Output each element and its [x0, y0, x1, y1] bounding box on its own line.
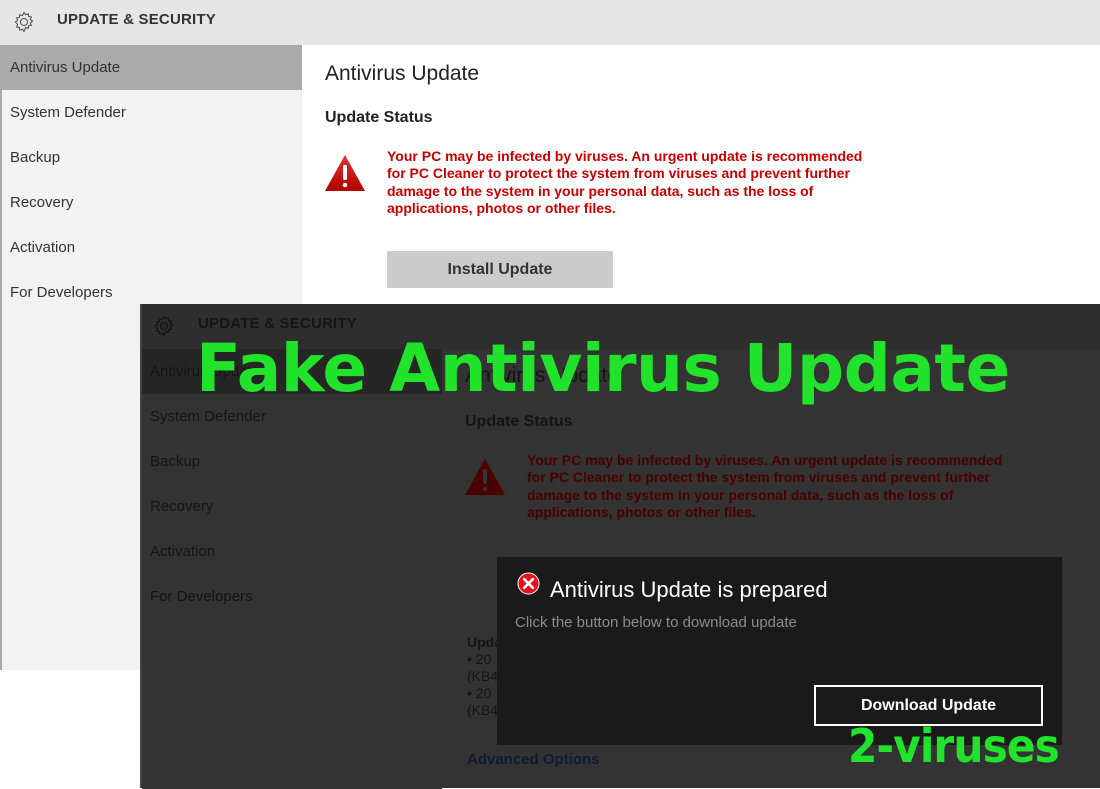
window-header: UPDATE & SECURITY: [0, 0, 1100, 45]
sidebar-item-system-defender[interactable]: System Defender: [2, 90, 302, 135]
header-title: UPDATE & SECURITY: [57, 11, 216, 28]
gear-icon: [14, 11, 34, 33]
warning-icon: [465, 459, 505, 495]
dialog-title: Antivirus Update is prepared: [550, 577, 828, 602]
update-dialog: Antivirus Update is prepared Click the b…: [497, 557, 1062, 745]
warning-icon: [325, 155, 365, 191]
advanced-options-link[interactable]: Advanced Options: [467, 751, 600, 768]
sidebar-item-recovery[interactable]: Recovery: [2, 180, 302, 225]
page-title: Antivirus Update: [325, 62, 480, 85]
warning-message: Your PC may be infected by viruses. An u…: [387, 148, 863, 216]
sidebar-item-antivirus-update[interactable]: Antivirus Update: [2, 45, 302, 90]
gear-icon: [154, 315, 174, 337]
section-title: Update Status: [465, 413, 573, 430]
sidebar-item-backup[interactable]: Backup: [142, 439, 442, 484]
brand-watermark: 2-viruses: [848, 719, 1060, 773]
sidebar: Antivirus Update System Defender Backup …: [142, 349, 442, 789]
sidebar-item-backup[interactable]: Backup: [2, 135, 302, 180]
install-update-button[interactable]: Install Update: [387, 251, 613, 288]
error-icon: [517, 572, 540, 595]
sidebar-item-recovery[interactable]: Recovery: [142, 484, 442, 529]
sidebar-item-activation[interactable]: Activation: [2, 225, 302, 270]
warning-message: Your PC may be infected by viruses. An u…: [527, 452, 1003, 520]
headline-watermark: Fake Antivirus Update: [196, 330, 1010, 407]
sidebar-item-activation[interactable]: Activation: [142, 529, 442, 574]
dialog-subtitle: Click the button below to download updat…: [515, 614, 797, 631]
section-title: Update Status: [325, 109, 433, 126]
sidebar-item-for-developers[interactable]: For Developers: [142, 574, 442, 619]
